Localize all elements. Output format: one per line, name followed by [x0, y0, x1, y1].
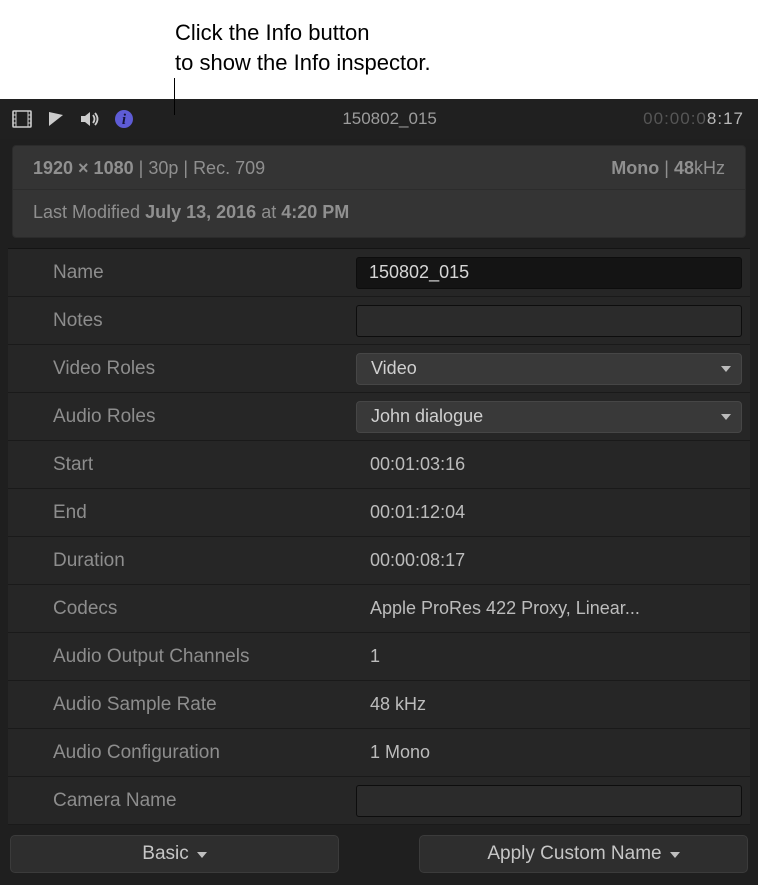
- sample-rate-unit: kHz: [694, 158, 725, 178]
- duration-label: Duration: [28, 550, 356, 572]
- start-label: Start: [28, 454, 356, 476]
- metadata-row-format: 1920 × 1080 | 30p | Rec. 709 Mono | 48kH…: [13, 146, 745, 190]
- name-input[interactable]: [356, 257, 742, 289]
- param-row-codecs: Codecs Apple ProRes 422 Proxy, Linear...: [8, 585, 750, 633]
- clip-metadata-summary: 1920 × 1080 | 30p | Rec. 709 Mono | 48kH…: [12, 145, 746, 238]
- sample-rate-num: 48: [674, 158, 694, 178]
- last-modified-label: Last Modified: [33, 202, 140, 222]
- audio-output-channels-label: Audio Output Channels: [28, 646, 356, 668]
- param-row-audio-configuration: Audio Configuration 1 Mono: [8, 729, 750, 777]
- video-roles-value: Video: [371, 358, 417, 379]
- codecs-label: Codecs: [28, 598, 356, 620]
- annotation-text-line2: to show the Info inspector.: [175, 48, 758, 78]
- parameters-list: Name Notes Video Roles Video Audio Roles: [8, 248, 750, 825]
- chevron-down-icon: [670, 852, 680, 858]
- apply-custom-name-label: Apply Custom Name: [487, 843, 661, 865]
- param-row-start: Start 00:01:03:16: [8, 441, 750, 489]
- chevron-down-icon: [197, 852, 207, 858]
- video-roles-label: Video Roles: [28, 358, 356, 380]
- last-modified-date: July 13, 2016: [145, 202, 256, 222]
- color-space-text: Rec. 709: [193, 158, 265, 178]
- inspector-timecode: 00:00:08:17: [643, 109, 744, 129]
- metadata-view-label: Basic: [142, 843, 188, 865]
- param-row-duration: Duration 00:00:08:17: [8, 537, 750, 585]
- audio-sample-rate-value: 48 kHz: [356, 694, 742, 715]
- resolution-text: 1920 × 1080: [33, 158, 134, 178]
- camera-name-label: Camera Name: [28, 790, 356, 812]
- apply-custom-name-button[interactable]: Apply Custom Name: [419, 835, 748, 873]
- name-label: Name: [28, 262, 356, 284]
- param-row-end: End 00:01:12:04: [8, 489, 750, 537]
- annotation-callout: Click the Info button to show the Info i…: [0, 0, 758, 99]
- audio-output-channels-value: 1: [356, 646, 742, 667]
- param-row-audio-sample-rate: Audio Sample Rate 48 kHz: [8, 681, 750, 729]
- camera-name-input[interactable]: [356, 785, 742, 817]
- last-modified-time: 4:20 PM: [281, 202, 349, 222]
- annotation-pointer-line: [174, 78, 175, 115]
- codecs-value: Apple ProRes 422 Proxy, Linear...: [356, 598, 742, 619]
- generator-inspector-tab-icon[interactable]: [44, 107, 68, 131]
- audio-sample-rate-label: Audio Sample Rate: [28, 694, 356, 716]
- timecode-highlight: 8:17: [707, 109, 744, 128]
- audio-mode-text: Mono: [611, 158, 659, 178]
- video-roles-select[interactable]: Video: [356, 353, 742, 385]
- duration-value: 00:00:08:17: [356, 550, 742, 571]
- info-inspector-panel: i 150802_015 00:00:08:17 1920 × 1080 | 3…: [0, 99, 758, 885]
- audio-configuration-value: 1 Mono: [356, 742, 742, 763]
- param-row-video-roles: Video Roles Video: [8, 345, 750, 393]
- audio-inspector-tab-icon[interactable]: [78, 107, 102, 131]
- param-row-audio-output-channels: Audio Output Channels 1: [8, 633, 750, 681]
- last-modified-at: at: [261, 202, 276, 222]
- audio-roles-label: Audio Roles: [28, 406, 356, 428]
- metadata-view-button[interactable]: Basic: [10, 835, 339, 873]
- start-value: 00:01:03:16: [356, 454, 742, 475]
- audio-format-summary: Mono | 48kHz: [611, 158, 725, 179]
- bottom-action-bar: Basic Apply Custom Name: [0, 825, 758, 885]
- annotation-text-line1: Click the Info button: [175, 18, 758, 48]
- video-inspector-tab-icon[interactable]: [10, 107, 34, 131]
- audio-configuration-label: Audio Configuration: [28, 742, 356, 764]
- param-row-name: Name: [8, 249, 750, 297]
- timecode-dim: 00:00:0: [643, 109, 707, 128]
- inspector-title: 150802_015: [146, 109, 633, 129]
- metadata-row-modified: Last Modified July 13, 2016 at 4:20 PM: [13, 190, 745, 237]
- audio-roles-value: John dialogue: [371, 406, 483, 427]
- audio-roles-select[interactable]: John dialogue: [356, 401, 742, 433]
- notes-label: Notes: [28, 310, 356, 332]
- param-row-audio-roles: Audio Roles John dialogue: [8, 393, 750, 441]
- inspector-tab-bar: i 150802_015 00:00:08:17: [0, 99, 758, 139]
- end-label: End: [28, 502, 356, 524]
- end-value: 00:01:12:04: [356, 502, 742, 523]
- notes-input[interactable]: [356, 305, 742, 337]
- param-row-camera-name: Camera Name: [8, 777, 750, 825]
- param-row-notes: Notes: [8, 297, 750, 345]
- info-inspector-tab-icon[interactable]: i: [112, 107, 136, 131]
- frame-rate-text: 30p: [148, 158, 178, 178]
- video-format-summary: 1920 × 1080 | 30p | Rec. 709: [33, 158, 265, 179]
